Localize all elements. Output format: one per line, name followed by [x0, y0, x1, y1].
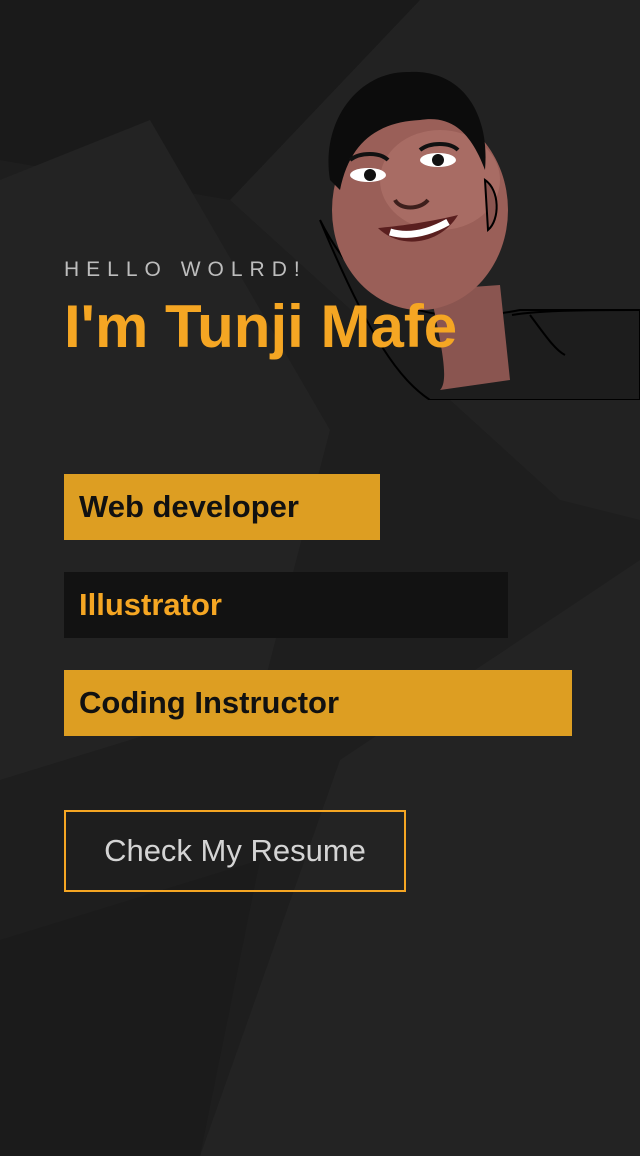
role-badge-coding-instructor: Coding Instructor: [64, 670, 572, 736]
page-title: I'm Tunji Mafe: [64, 293, 458, 360]
role-badge-web-developer: Web developer: [64, 474, 380, 540]
greeting-text: HELLO WOLRD!: [64, 258, 307, 281]
check-resume-button[interactable]: Check My Resume: [64, 810, 406, 892]
role-badge-illustrator: Illustrator: [64, 572, 508, 638]
